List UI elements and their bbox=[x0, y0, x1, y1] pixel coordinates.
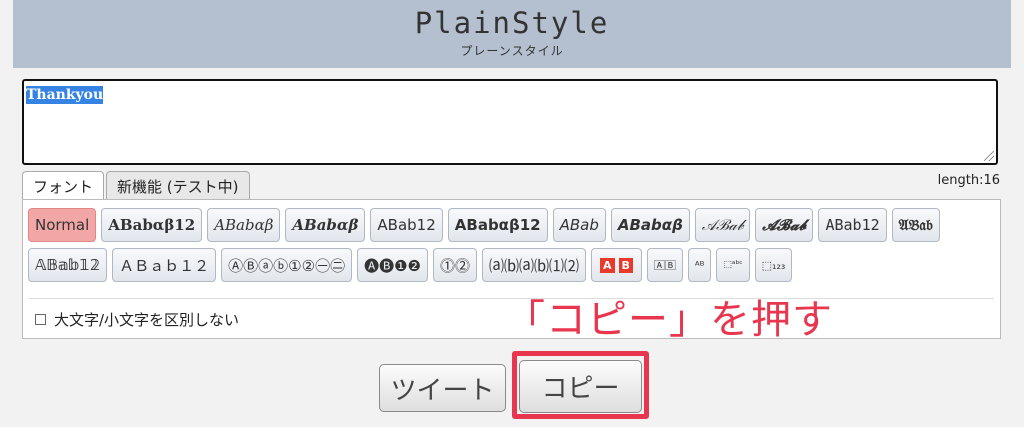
font-button-subscript[interactable]: ⬚₁₂₃ bbox=[754, 248, 793, 282]
tab-bar: フォント 新機能 (テスト中) bbox=[22, 171, 252, 200]
text-input-value: Thankyou bbox=[26, 86, 104, 104]
app-subtitle: プレーンスタイル bbox=[460, 44, 564, 58]
text-input[interactable]: Thankyou bbox=[22, 79, 998, 165]
tab-new-features[interactable]: 新機能 (テスト中) bbox=[106, 171, 250, 199]
red-square-icon: B bbox=[618, 257, 633, 273]
font-button-script[interactable]: 𝒜ℬ𝒶𝒷 bbox=[694, 208, 751, 242]
font-button-sans-bold[interactable]: ABabαβ12 bbox=[447, 208, 548, 242]
font-button-grid: Normal ABabαβ12 ABabαβ ABabαβ ABab12 ABa… bbox=[28, 208, 988, 282]
app-logo: PlainStyle bbox=[414, 6, 610, 40]
font-button-double-struck[interactable]: 𝔸𝔹𝕒𝕓𝟙𝟚 bbox=[28, 248, 108, 282]
case-insensitive-option[interactable]: 大文字/小文字を区別しない bbox=[35, 309, 239, 330]
length-counter: length:16 bbox=[937, 173, 1000, 188]
tab-font[interactable]: フォント bbox=[22, 171, 105, 200]
case-insensitive-checkbox[interactable] bbox=[35, 314, 46, 325]
font-button-monospace[interactable]: ABab12 bbox=[818, 208, 887, 242]
font-button-negative-circled[interactable]: 🅐🅑❶❷ bbox=[357, 248, 428, 282]
font-button-fraktur[interactable]: 𝔄𝔅𝔞𝔟 bbox=[891, 208, 940, 242]
copy-highlight-box bbox=[512, 351, 649, 419]
font-button-double-circled[interactable]: ⓵⓶ bbox=[432, 248, 477, 282]
font-button-parenthesized[interactable]: ⒜⒝⒜⒝⑴⑵ bbox=[482, 248, 587, 282]
font-button-sans-italic[interactable]: ABab bbox=[552, 208, 606, 242]
font-button-script-bold[interactable]: 𝓐𝓑𝓪𝓫 bbox=[755, 208, 814, 242]
font-button-circled[interactable]: ⒶⒷⓐⓑ①②㊀㊁ bbox=[221, 248, 353, 282]
case-insensitive-label: 大文字/小文字を区別しない bbox=[54, 311, 240, 329]
font-button-sans[interactable]: ABab12 bbox=[370, 208, 443, 242]
resize-handle-icon[interactable] bbox=[984, 151, 994, 161]
font-button-normal[interactable]: Normal bbox=[28, 208, 97, 242]
font-button-superscript[interactable]: ⬚ᵃᵇᶜ bbox=[716, 248, 750, 282]
font-button-sans-bold-italic[interactable]: ABabαβ bbox=[610, 208, 690, 242]
instruction-annotation: 「コピー」を押す bbox=[505, 297, 833, 343]
font-button-fullwidth[interactable]: ＡＢａｂ１２ bbox=[112, 248, 217, 282]
font-button-serif-bold-italic[interactable]: ABabαβ bbox=[285, 208, 366, 242]
app-header: PlainStyle プレーンスタイル bbox=[13, 0, 1011, 68]
tweet-button[interactable]: ツイート bbox=[379, 364, 506, 412]
red-square-icon: A bbox=[600, 257, 615, 273]
font-button-red-square[interactable]: AB bbox=[591, 248, 642, 282]
font-button-small-caps[interactable]: ᴬᴮ bbox=[687, 248, 712, 282]
font-button-serif-bold[interactable]: ABabαβ12 bbox=[101, 208, 203, 242]
font-button-squared[interactable]: 🄰🄱 bbox=[646, 248, 683, 282]
font-button-serif-italic[interactable]: ABabαβ bbox=[207, 208, 281, 242]
